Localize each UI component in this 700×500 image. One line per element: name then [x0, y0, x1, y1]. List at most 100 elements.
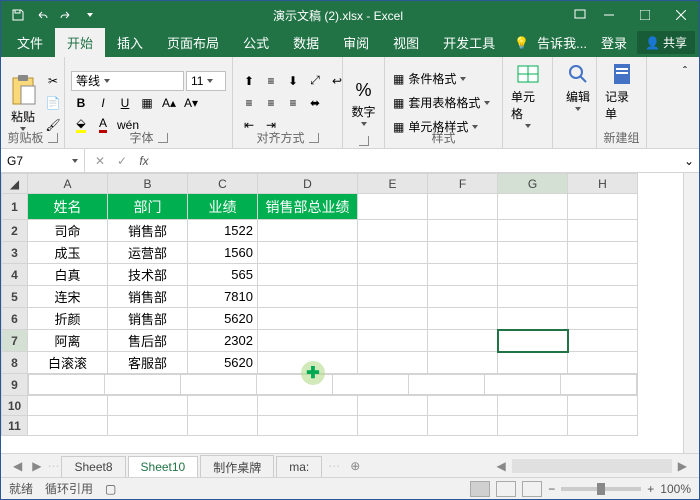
row-header-11[interactable]: 11	[2, 416, 28, 436]
row-header-6[interactable]: 6	[2, 308, 28, 330]
shrink-font-button[interactable]: A▾	[181, 93, 201, 113]
cell[interactable]: 销售部	[108, 220, 188, 242]
cell[interactable]	[358, 220, 428, 242]
cell[interactable]	[568, 352, 638, 374]
cell[interactable]	[258, 242, 358, 264]
cell[interactable]: 姓名	[28, 194, 108, 220]
login-button[interactable]: 登录	[595, 28, 633, 57]
collapse-ribbon-button[interactable]: ˆ	[675, 61, 695, 81]
row-header-8[interactable]: 8	[2, 352, 28, 374]
cell[interactable]: 阿离	[28, 330, 108, 352]
tell-me[interactable]: 告诉我...	[533, 28, 591, 57]
cell[interactable]: 连宋	[28, 286, 108, 308]
cell[interactable]	[409, 375, 485, 395]
cell[interactable]: 售后部	[108, 330, 188, 352]
border-button[interactable]: ▦	[137, 93, 157, 113]
cell[interactable]	[498, 308, 568, 330]
minimize-button[interactable]	[591, 1, 627, 29]
tab-formula[interactable]: 公式	[231, 28, 281, 57]
zoom-out-button[interactable]: −	[548, 482, 555, 496]
share-button[interactable]: 👤共享	[637, 31, 695, 54]
cell[interactable]: 7810	[188, 286, 258, 308]
align-top-button[interactable]: ⬆	[239, 71, 259, 91]
normal-view-button[interactable]	[470, 481, 490, 497]
tab-review[interactable]: 审阅	[331, 28, 381, 57]
cell[interactable]	[428, 396, 498, 416]
cell[interactable]	[258, 330, 358, 352]
cut-button[interactable]: ✂	[43, 71, 63, 91]
cell[interactable]	[358, 286, 428, 308]
cell[interactable]	[358, 396, 428, 416]
align-bottom-button[interactable]: ⬇	[283, 71, 303, 91]
cell[interactable]: 业绩	[188, 194, 258, 220]
font-size-combo[interactable]: 11	[186, 71, 226, 91]
cell[interactable]	[568, 416, 638, 436]
cells-button[interactable]: 单元格	[509, 60, 547, 130]
tab-data[interactable]: 数据	[281, 28, 331, 57]
cell[interactable]	[428, 264, 498, 286]
cell[interactable]	[498, 352, 568, 374]
cell[interactable]	[498, 242, 568, 264]
align-dialog-launcher[interactable]	[309, 133, 319, 143]
new-sheet-button[interactable]: ⊕	[346, 459, 364, 473]
fx-button[interactable]: fx	[135, 154, 153, 168]
cell[interactable]	[188, 416, 258, 436]
number-dialog-launcher[interactable]	[359, 136, 369, 146]
grid-table[interactable]: ◢ A B C D E F G H 1 姓名 部门 业绩 销售部总业绩 2 司命…	[1, 173, 638, 436]
page-layout-view-button[interactable]	[496, 481, 516, 497]
cell[interactable]: 技术部	[108, 264, 188, 286]
cell[interactable]	[428, 330, 498, 352]
maximize-button[interactable]	[627, 1, 663, 29]
cell[interactable]	[568, 194, 638, 220]
number-format-button[interactable]: %数字	[349, 60, 378, 145]
vertical-scrollbar[interactable]	[683, 173, 699, 453]
cell[interactable]: 司命	[28, 220, 108, 242]
cell[interactable]: 5620	[188, 352, 258, 374]
tab-view[interactable]: 视图	[381, 28, 431, 57]
qa-dropdown-icon[interactable]	[79, 4, 101, 26]
font-dialog-launcher[interactable]	[158, 133, 168, 143]
copy-button[interactable]: 📄	[43, 93, 63, 113]
cell[interactable]	[105, 375, 181, 395]
italic-button[interactable]: I	[93, 93, 113, 113]
cell[interactable]: 成玉	[28, 242, 108, 264]
cell[interactable]: 运营部	[108, 242, 188, 264]
cell[interactable]	[498, 416, 568, 436]
cell[interactable]: 1560	[188, 242, 258, 264]
col-header-G[interactable]: G	[498, 174, 568, 194]
page-break-view-button[interactable]	[522, 481, 542, 497]
cell[interactable]: 销售部	[108, 308, 188, 330]
cell[interactable]	[188, 396, 258, 416]
align-right-button[interactable]: ≡	[283, 93, 303, 113]
cell[interactable]	[428, 416, 498, 436]
cell[interactable]	[485, 375, 561, 395]
cell[interactable]	[568, 264, 638, 286]
cell[interactable]	[498, 396, 568, 416]
orientation-button[interactable]: ⤢	[305, 71, 325, 91]
cell[interactable]: 5620	[188, 308, 258, 330]
align-middle-button[interactable]: ≡	[261, 71, 281, 91]
cell[interactable]	[258, 286, 358, 308]
sheet-tab[interactable]: Sheet8	[61, 456, 125, 477]
row-header-4[interactable]: 4	[2, 264, 28, 286]
format-as-table-button[interactable]: ▦套用表格格式	[391, 93, 492, 113]
cell[interactable]: 销售部	[108, 286, 188, 308]
cell[interactable]: 折颜	[28, 308, 108, 330]
cell[interactable]: 2302	[188, 330, 258, 352]
grow-font-button[interactable]: A▴	[159, 93, 179, 113]
close-button[interactable]	[663, 1, 699, 29]
cell[interactable]	[258, 220, 358, 242]
cell[interactable]	[358, 242, 428, 264]
select-all-corner[interactable]: ◢	[2, 174, 28, 194]
cell[interactable]	[258, 264, 358, 286]
cell[interactable]	[28, 396, 108, 416]
cell[interactable]: 部门	[108, 194, 188, 220]
cell[interactable]	[358, 194, 428, 220]
ribbon-options-icon[interactable]	[569, 4, 591, 26]
sheet-nav-next[interactable]: ▶	[28, 459, 45, 473]
cell[interactable]	[181, 375, 257, 395]
cell[interactable]	[28, 416, 108, 436]
zoom-in-button[interactable]: +	[647, 482, 654, 496]
cell[interactable]	[498, 264, 568, 286]
cell[interactable]	[358, 308, 428, 330]
